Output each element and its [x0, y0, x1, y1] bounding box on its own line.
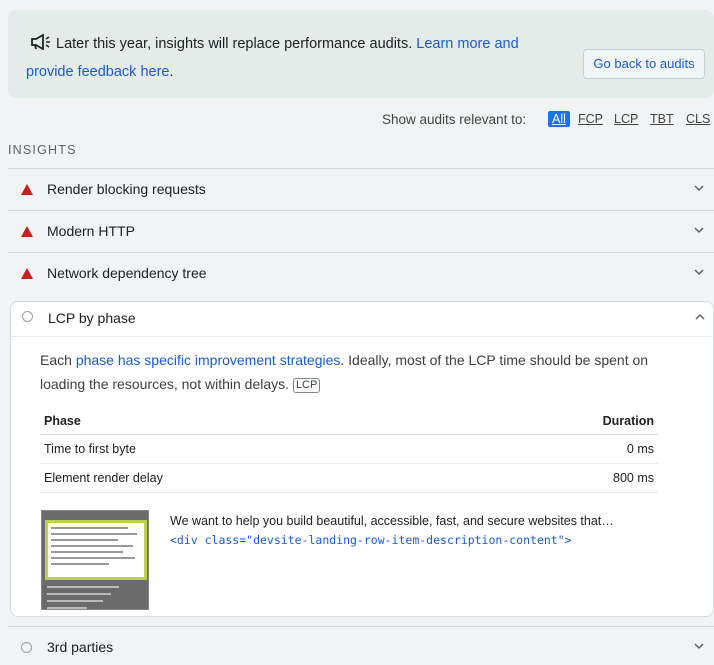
audit-row-render-blocking[interactable]: Render blocking requests — [8, 168, 714, 210]
table-row: Element render delay 800 ms — [40, 463, 658, 493]
improvement-strategies-link[interactable]: phase has specific improvement strategie… — [76, 352, 341, 368]
banner-period: . — [169, 64, 174, 80]
lcp-description: Each phase has specific improvement stra… — [40, 348, 690, 396]
chevron-down-icon — [694, 269, 704, 276]
audit-row-network-dependency[interactable]: Network dependency tree — [8, 252, 714, 294]
filter-all[interactable]: All — [548, 111, 570, 127]
duration-cell: 0 ms — [460, 434, 658, 464]
fail-triangle-icon — [21, 226, 33, 237]
audit-row-modern-http[interactable]: Modern HTTP — [8, 210, 714, 252]
element-snippet: We want to help you build beautiful, acc… — [170, 514, 614, 528]
filter-tbt[interactable]: TBT — [650, 112, 674, 126]
lcp-card-title: LCP by phase — [48, 310, 136, 326]
lcp-by-phase-card: LCP by phase Each phase has specific imp… — [10, 301, 714, 617]
banner-message: Later this year, insights will replace p… — [56, 36, 413, 52]
audit-filter: Show audits relevant to: All FCP LCP TBT… — [0, 111, 714, 130]
element-screenshot-thumbnail[interactable] — [41, 510, 149, 610]
insights-heading: INSIGHTS — [8, 143, 77, 157]
filter-label: Show audits relevant to: — [382, 112, 527, 127]
phase-table: Phase Duration Time to first byte 0 ms E… — [40, 408, 658, 493]
fail-triangle-icon — [21, 268, 33, 279]
megaphone-icon — [31, 34, 50, 50]
lcp-card-header[interactable]: LCP by phase — [11, 302, 713, 337]
filter-fcp[interactable]: FCP — [578, 112, 603, 126]
chevron-up-icon — [695, 313, 705, 320]
duration-cell: 800 ms — [460, 463, 658, 493]
insights-banner: Later this year, insights will replace p… — [8, 10, 714, 98]
fail-triangle-icon — [21, 184, 33, 195]
desc-prefix: Each — [40, 352, 76, 368]
phase-cell: Element render delay — [40, 463, 461, 493]
col-phase: Phase — [40, 408, 461, 435]
banner-text: Later this year, insights will replace p… — [26, 30, 546, 86]
filter-lcp[interactable]: LCP — [614, 112, 638, 126]
go-back-to-audits-button[interactable]: Go back to audits — [583, 49, 705, 79]
element-selector-code[interactable]: <div class="devsite-landing-row-item-des… — [170, 533, 572, 547]
audit-title: Render blocking requests — [47, 181, 206, 197]
chevron-down-icon — [694, 185, 704, 192]
table-row: Time to first byte 0 ms — [40, 434, 658, 464]
chevron-down-icon — [694, 643, 704, 650]
lcp-tag: LCP — [292, 378, 321, 393]
chevron-down-icon — [694, 227, 704, 234]
audit-title: Modern HTTP — [47, 223, 135, 239]
neutral-circle-icon — [21, 642, 32, 653]
audit-title: Network dependency tree — [47, 265, 207, 281]
col-duration: Duration — [460, 408, 658, 435]
phase-cell: Time to first byte — [40, 434, 461, 464]
neutral-circle-icon — [22, 311, 33, 322]
audit-title: 3rd parties — [47, 639, 114, 655]
audit-row-third-parties[interactable]: 3rd parties — [8, 626, 714, 665]
filter-cls[interactable]: CLS — [686, 112, 710, 126]
